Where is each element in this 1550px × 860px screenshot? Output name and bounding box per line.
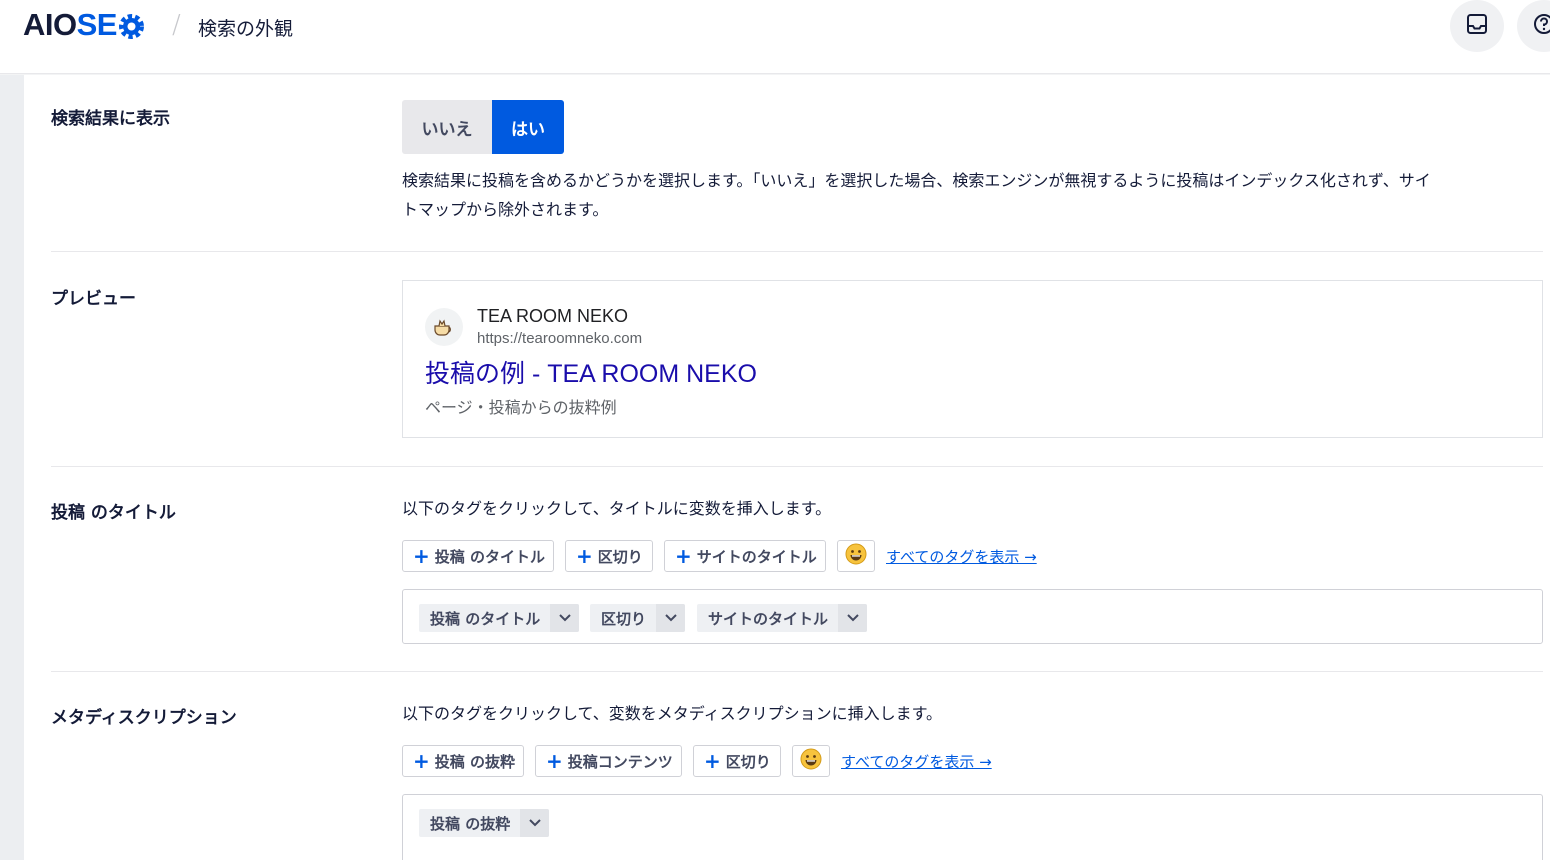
description-line: トマップから除外されます。: [402, 200, 609, 219]
tag-label: 投稿 の抜粋: [434, 752, 515, 771]
gear-icon: [118, 12, 145, 39]
serp-site-url: https://tearoomneko.com: [477, 330, 643, 347]
chevron-down-icon[interactable]: [838, 604, 868, 632]
chip-site-title[interactable]: サイトのタイトル: [697, 604, 868, 632]
site-favicon: [425, 308, 463, 346]
plus-icon: +: [576, 544, 593, 568]
left-strip: [0, 75, 24, 860]
add-tag-post-title-button[interactable]: + 投稿 のタイトル: [402, 540, 554, 572]
chip-label: 投稿 のタイトル: [430, 609, 541, 628]
view-all-tags-link[interactable]: すべてのタグを表示 →: [886, 546, 1037, 567]
tag-label: 区切り: [597, 547, 643, 566]
help-button[interactable]: [1517, 0, 1550, 52]
plus-icon: +: [704, 749, 721, 773]
chip-label: サイトのタイトル: [708, 609, 829, 628]
show-in-results-description: 検索結果に投稿を含めるかどうかを選択します。「いいえ」を選択した場合、検索エンジ…: [402, 166, 1431, 224]
add-tag-separator-button[interactable]: + 区切り: [565, 540, 653, 572]
meta-description-label: メタディスクリプション: [51, 708, 237, 728]
tag-label: 投稿 のタイトル: [434, 547, 545, 566]
aioseo-logo[interactable]: AIO SE: [23, 7, 145, 42]
divider: [51, 251, 1543, 252]
serp-site-name: TEA ROOM NEKO: [477, 306, 629, 326]
inbox-icon: [1466, 13, 1488, 39]
description-line: 検索結果に投稿を含めるかどうかを選択します。「いいえ」を選択した場合、検索エンジ…: [402, 171, 1431, 190]
meta-description-help: 以下のタグをクリックして、変数をメタディスクリプションに挿入します。: [402, 704, 943, 723]
logo-text-se: SE: [76, 7, 118, 42]
divider: [51, 466, 1543, 467]
add-tag-post-excerpt-button[interactable]: + 投稿 の抜粋: [402, 745, 524, 777]
logo-text-aio: AIO: [23, 7, 77, 42]
chip-post-title[interactable]: 投稿 のタイトル: [419, 604, 580, 632]
notifications-button[interactable]: [1450, 0, 1504, 52]
chevron-down-icon[interactable]: [656, 604, 686, 632]
add-tag-post-content-button[interactable]: + 投稿コンテンツ: [535, 745, 682, 777]
view-all-tags-link[interactable]: すべてのタグを表示 →: [841, 751, 992, 772]
toggle-option-yes[interactable]: はい: [492, 100, 564, 154]
emoji-icon: [800, 748, 822, 774]
add-tag-site-title-button[interactable]: + サイトのタイトル: [664, 540, 826, 572]
add-tag-separator-button[interactable]: + 区切り: [693, 745, 781, 777]
chip-label: 区切り: [601, 609, 647, 628]
emoji-picker-button[interactable]: [837, 540, 875, 572]
help-icon: [1533, 13, 1550, 39]
tag-label: サイトのタイトル: [696, 547, 817, 566]
toggle-option-no[interactable]: いいえ: [402, 100, 492, 154]
emoji-picker-button[interactable]: [792, 745, 830, 777]
chip-separator[interactable]: 区切り: [590, 604, 686, 632]
meta-description-editor[interactable]: 投稿 の抜粋: [402, 794, 1543, 860]
serp-preview: TEA ROOM NEKO https://tearoomneko.com 投稿…: [402, 280, 1543, 438]
page-title: 検索の外観: [198, 18, 294, 40]
post-title-label: 投稿 のタイトル: [51, 503, 176, 523]
tag-label: 投稿コンテンツ: [567, 752, 673, 771]
top-bar: AIO SE / 検索の外観: [0, 0, 1550, 74]
divider: [51, 671, 1543, 672]
chip-label: 投稿 の抜粋: [430, 814, 511, 833]
plus-icon: +: [546, 749, 563, 773]
chevron-down-icon[interactable]: [520, 809, 550, 837]
plus-icon: +: [413, 544, 430, 568]
serp-title: 投稿の例 - TEA ROOM NEKO: [425, 360, 757, 388]
serp-description: ページ・投稿からの抜粋例: [425, 398, 617, 417]
post-title-help: 以下のタグをクリックして、タイトルに変数を挿入します。: [402, 499, 832, 518]
tag-label: 区切り: [725, 752, 771, 771]
chip-post-excerpt[interactable]: 投稿 の抜粋: [419, 809, 550, 837]
show-in-results-toggle: いいえ はい: [402, 100, 564, 154]
preview-label: プレビュー: [51, 289, 136, 309]
post-title-editor[interactable]: 投稿 のタイトル 区切り サイトのタイトル: [402, 589, 1543, 644]
plus-icon: +: [675, 544, 692, 568]
chevron-down-icon[interactable]: [550, 604, 580, 632]
emoji-icon: [845, 543, 867, 569]
breadcrumb-separator: /: [172, 10, 181, 40]
show-in-results-label: 検索結果に表示: [51, 109, 170, 129]
plus-icon: +: [413, 749, 430, 773]
